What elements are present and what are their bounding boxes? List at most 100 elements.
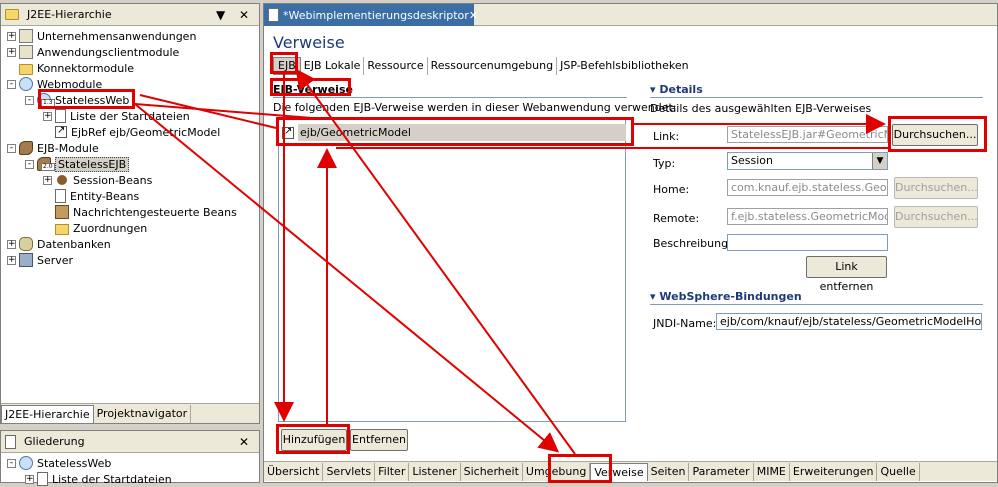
tree-item[interactable]: Zuordnungen [43, 220, 147, 236]
tab-j2ee-hierarchy[interactable]: J2EE-Hierarchie [1, 404, 94, 423]
tab-jsp-taglib[interactable]: JSP-Befehlsbibliotheken [557, 57, 692, 75]
tree-item-label: StatelessWeb [37, 456, 112, 470]
collapse-icon[interactable]: - [7, 79, 16, 89]
tab-sicherheit[interactable]: Sicherheit [461, 462, 523, 481]
collapse-icon[interactable]: - [7, 143, 16, 153]
expand-icon[interactable]: + [7, 47, 16, 57]
tab-listener[interactable]: Listener [409, 462, 461, 481]
web-project-icon: 1.3 [37, 93, 55, 107]
chevron-down-icon[interactable]: ▼ [872, 153, 887, 169]
close-icon[interactable]: ✕ [239, 7, 249, 23]
tree-item-label: Session-Beans [73, 173, 153, 187]
expand-icon[interactable]: + [7, 239, 16, 249]
close-icon[interactable]: ✕ [239, 434, 249, 450]
tree-item-label: Liste der Startdateien [70, 109, 190, 123]
collapse-icon[interactable]: - [25, 95, 34, 105]
web-project-icon [19, 456, 33, 470]
outline-item-start-files[interactable]: + Liste der Startdateien [25, 471, 172, 487]
browse-remote-button[interactable]: Durchsuchen... [894, 206, 978, 228]
browse-home-button[interactable]: Durchsuchen... [894, 177, 978, 199]
collapse-icon[interactable]: - [25, 159, 34, 169]
collapse-icon[interactable]: - [7, 458, 16, 468]
tree-item[interactable]: + Anwendungsclientmodule [7, 44, 179, 60]
ejb-module-icon [19, 141, 33, 155]
editor-tab[interactable]: *Webimplementierungsdeskriptor ✕ [264, 4, 478, 26]
tree-item[interactable]: -1.3 StatelessWeb [25, 92, 129, 108]
expand-icon[interactable]: + [7, 31, 16, 41]
ejb-project-icon: 2.0 [37, 157, 55, 171]
tree-item[interactable]: Konnektormodule [7, 60, 134, 76]
close-icon[interactable]: ✕ [469, 9, 478, 22]
tab-ejb-local[interactable]: EJB Lokale [301, 57, 365, 75]
remote-field[interactable]: f.ejb.stateless.GeometricModel [727, 208, 888, 225]
editor-tab-strip: *Webimplementierungsdeskriptor ✕ [264, 4, 997, 26]
outline-item-statelessweb[interactable]: - StatelessWeb [7, 455, 111, 471]
outline-view: Gliederung ✕ - StatelessWeb + Liste der … [0, 430, 260, 486]
tree-item[interactable]: + Datenbanken [7, 236, 111, 252]
j2ee-hierarchy-title-bar: J2EE-Hierarchie ▼ ✕ [1, 4, 259, 26]
expand-icon[interactable]: + [7, 255, 16, 265]
document-icon [37, 472, 48, 486]
tab-resource-env[interactable]: Ressourcenumgebung [428, 57, 558, 75]
tree-item[interactable]: - Webmodule [7, 76, 102, 92]
document-icon [55, 109, 66, 123]
entity-bean-icon [55, 189, 66, 203]
tab-erweiterungen[interactable]: Erweiterungen [790, 462, 878, 481]
ejb-ref-item[interactable]: ejb/GeometricModel [282, 124, 626, 141]
remove-link-button[interactable]: Link entfernen [806, 256, 887, 293]
view-title: Gliederung [24, 435, 85, 448]
hierarchy-view-icon [5, 9, 19, 20]
tab-parameter[interactable]: Parameter [689, 462, 754, 481]
ejb-reference-icon [282, 126, 294, 139]
tab-servlets[interactable]: Servlets [323, 462, 376, 481]
type-select[interactable]: Session ▼ [727, 152, 888, 170]
view-title: J2EE-Hierarchie [27, 8, 112, 21]
reference-type-tabs: EJB EJB Lokale Ressource Ressourcenumgeb… [273, 57, 692, 75]
tree-item-label: Konnektormodule [37, 61, 135, 75]
tree-item[interactable]: Nachrichtengesteuerte Beans [43, 204, 237, 220]
tree-item[interactable]: -2.0 StatelessEJB [25, 156, 130, 172]
ejb-refs-header: EJB-Verweise [273, 83, 353, 96]
tree-item[interactable]: EjbRef ejb/GeometricModel [43, 124, 220, 140]
tree-item[interactable]: Entity-Beans [43, 188, 139, 204]
editor-area: *Webimplementierungsdeskriptor ✕ Verweis… [263, 3, 998, 483]
ejb-reference-icon [55, 125, 67, 138]
tab-ejb[interactable]: EJB [273, 57, 301, 75]
message-bean-icon [55, 205, 69, 219]
tab-filter[interactable]: Filter [375, 462, 410, 481]
view-menu-icon[interactable]: ▼ [216, 7, 225, 23]
collapse-triangle-icon[interactable]: ▾ [650, 83, 656, 96]
tab-mime[interactable]: MIME [754, 462, 790, 481]
home-field[interactable]: com.knauf.ejb.stateless.Geome [727, 179, 888, 196]
session-bean-icon [57, 175, 67, 185]
expand-icon[interactable]: + [43, 111, 52, 121]
expand-icon[interactable]: + [25, 474, 34, 484]
add-button[interactable]: Hinzufügen [281, 429, 347, 451]
tab-quelle[interactable]: Quelle [877, 462, 920, 481]
ejb-refs-list: ejb/GeometricModel [278, 119, 626, 422]
remove-button[interactable]: Entfernen [350, 429, 408, 451]
tab-verweise[interactable]: Verweise [590, 462, 648, 481]
tree-item[interactable]: + Unternehmensanwendungen [7, 28, 196, 44]
collapse-triangle-icon[interactable]: ▾ [650, 290, 656, 303]
description-field[interactable] [727, 234, 888, 251]
tab-project-navigator[interactable]: Projektnavigator [94, 404, 192, 423]
tab-seiten[interactable]: Seiten [648, 462, 690, 481]
tree-item[interactable]: + Liste der Startdateien [43, 108, 190, 124]
tree-item-label: Server [37, 253, 74, 267]
tree-item[interactable]: - EJB-Module [7, 140, 99, 156]
browse-link-button[interactable]: Durchsuchen... [892, 124, 978, 146]
details-description: Details des ausgewählten EJB-Verweises [650, 102, 872, 115]
tree-item-label: Entity-Beans [70, 189, 140, 203]
type-label: Typ: [653, 157, 676, 170]
folder-icon [19, 63, 33, 75]
tree-item[interactable]: + Server [7, 252, 73, 268]
jndi-field[interactable]: ejb/com/knauf/ejb/stateless/GeometricMod… [716, 313, 982, 330]
tab-resource[interactable]: Ressource [364, 57, 428, 75]
expand-icon[interactable]: + [43, 175, 52, 185]
tab-umgebung[interactable]: Umgebung [523, 462, 591, 481]
database-icon [19, 237, 33, 251]
link-field[interactable]: StatelessEJB.jar#GeometricMod [727, 126, 888, 143]
tree-item[interactable]: + Session-Beans [43, 172, 152, 188]
tab--bersicht[interactable]: Übersicht [264, 462, 324, 481]
